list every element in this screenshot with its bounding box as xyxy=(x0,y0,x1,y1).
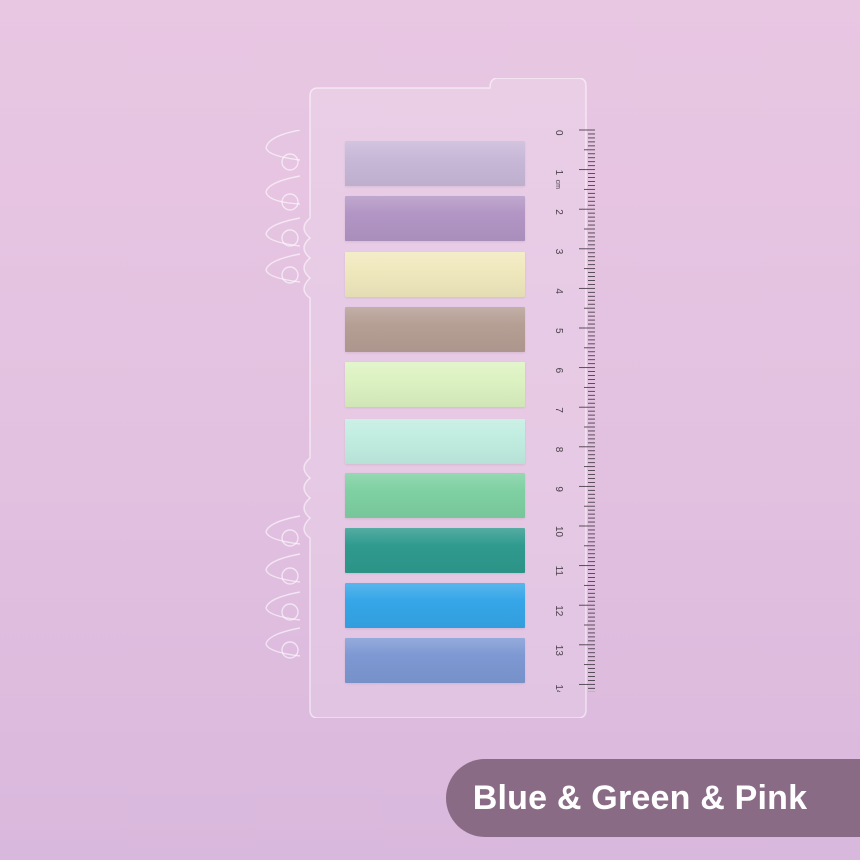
ruler-number: 8 xyxy=(553,447,564,453)
ruler-number: 0 xyxy=(553,130,564,136)
flag-purple xyxy=(345,196,525,241)
caption-text: Blue & Green & Pink xyxy=(472,778,808,817)
ruler-number: 13 xyxy=(553,645,564,657)
ruler-number: 6 xyxy=(553,368,564,374)
ruler-number: 3 xyxy=(553,249,564,255)
flag-light-green xyxy=(345,362,525,407)
flag-cream xyxy=(345,252,525,297)
flag-lavender xyxy=(345,141,525,186)
sticky-tab-stack xyxy=(0,0,860,860)
ruler-unit: cm xyxy=(554,180,561,190)
ruler-number: 5 xyxy=(553,328,564,334)
flag-teal xyxy=(345,528,525,573)
flag-taupe xyxy=(345,307,525,352)
ruler-scale xyxy=(579,129,595,692)
ruler-number: 1 xyxy=(553,170,564,176)
flag-mint xyxy=(345,419,525,464)
ruler-number: 4 xyxy=(553,288,564,294)
ruler-number: 10 xyxy=(553,526,564,538)
ruler-number: 2 xyxy=(553,209,564,215)
ruler-number: 14 xyxy=(553,684,564,692)
flag-green xyxy=(345,473,525,518)
ruler-number: 12 xyxy=(553,605,564,617)
ruler-number: 7 xyxy=(553,407,564,413)
flag-periwinkle xyxy=(345,638,525,683)
caption-badge: Blue & Green & Pink xyxy=(446,759,860,837)
flag-blue xyxy=(345,583,525,628)
ruler-number-column: 01234567891011121314cm xyxy=(553,130,564,692)
ruler-number: 9 xyxy=(553,486,564,492)
ruler-number: 11 xyxy=(553,566,564,577)
